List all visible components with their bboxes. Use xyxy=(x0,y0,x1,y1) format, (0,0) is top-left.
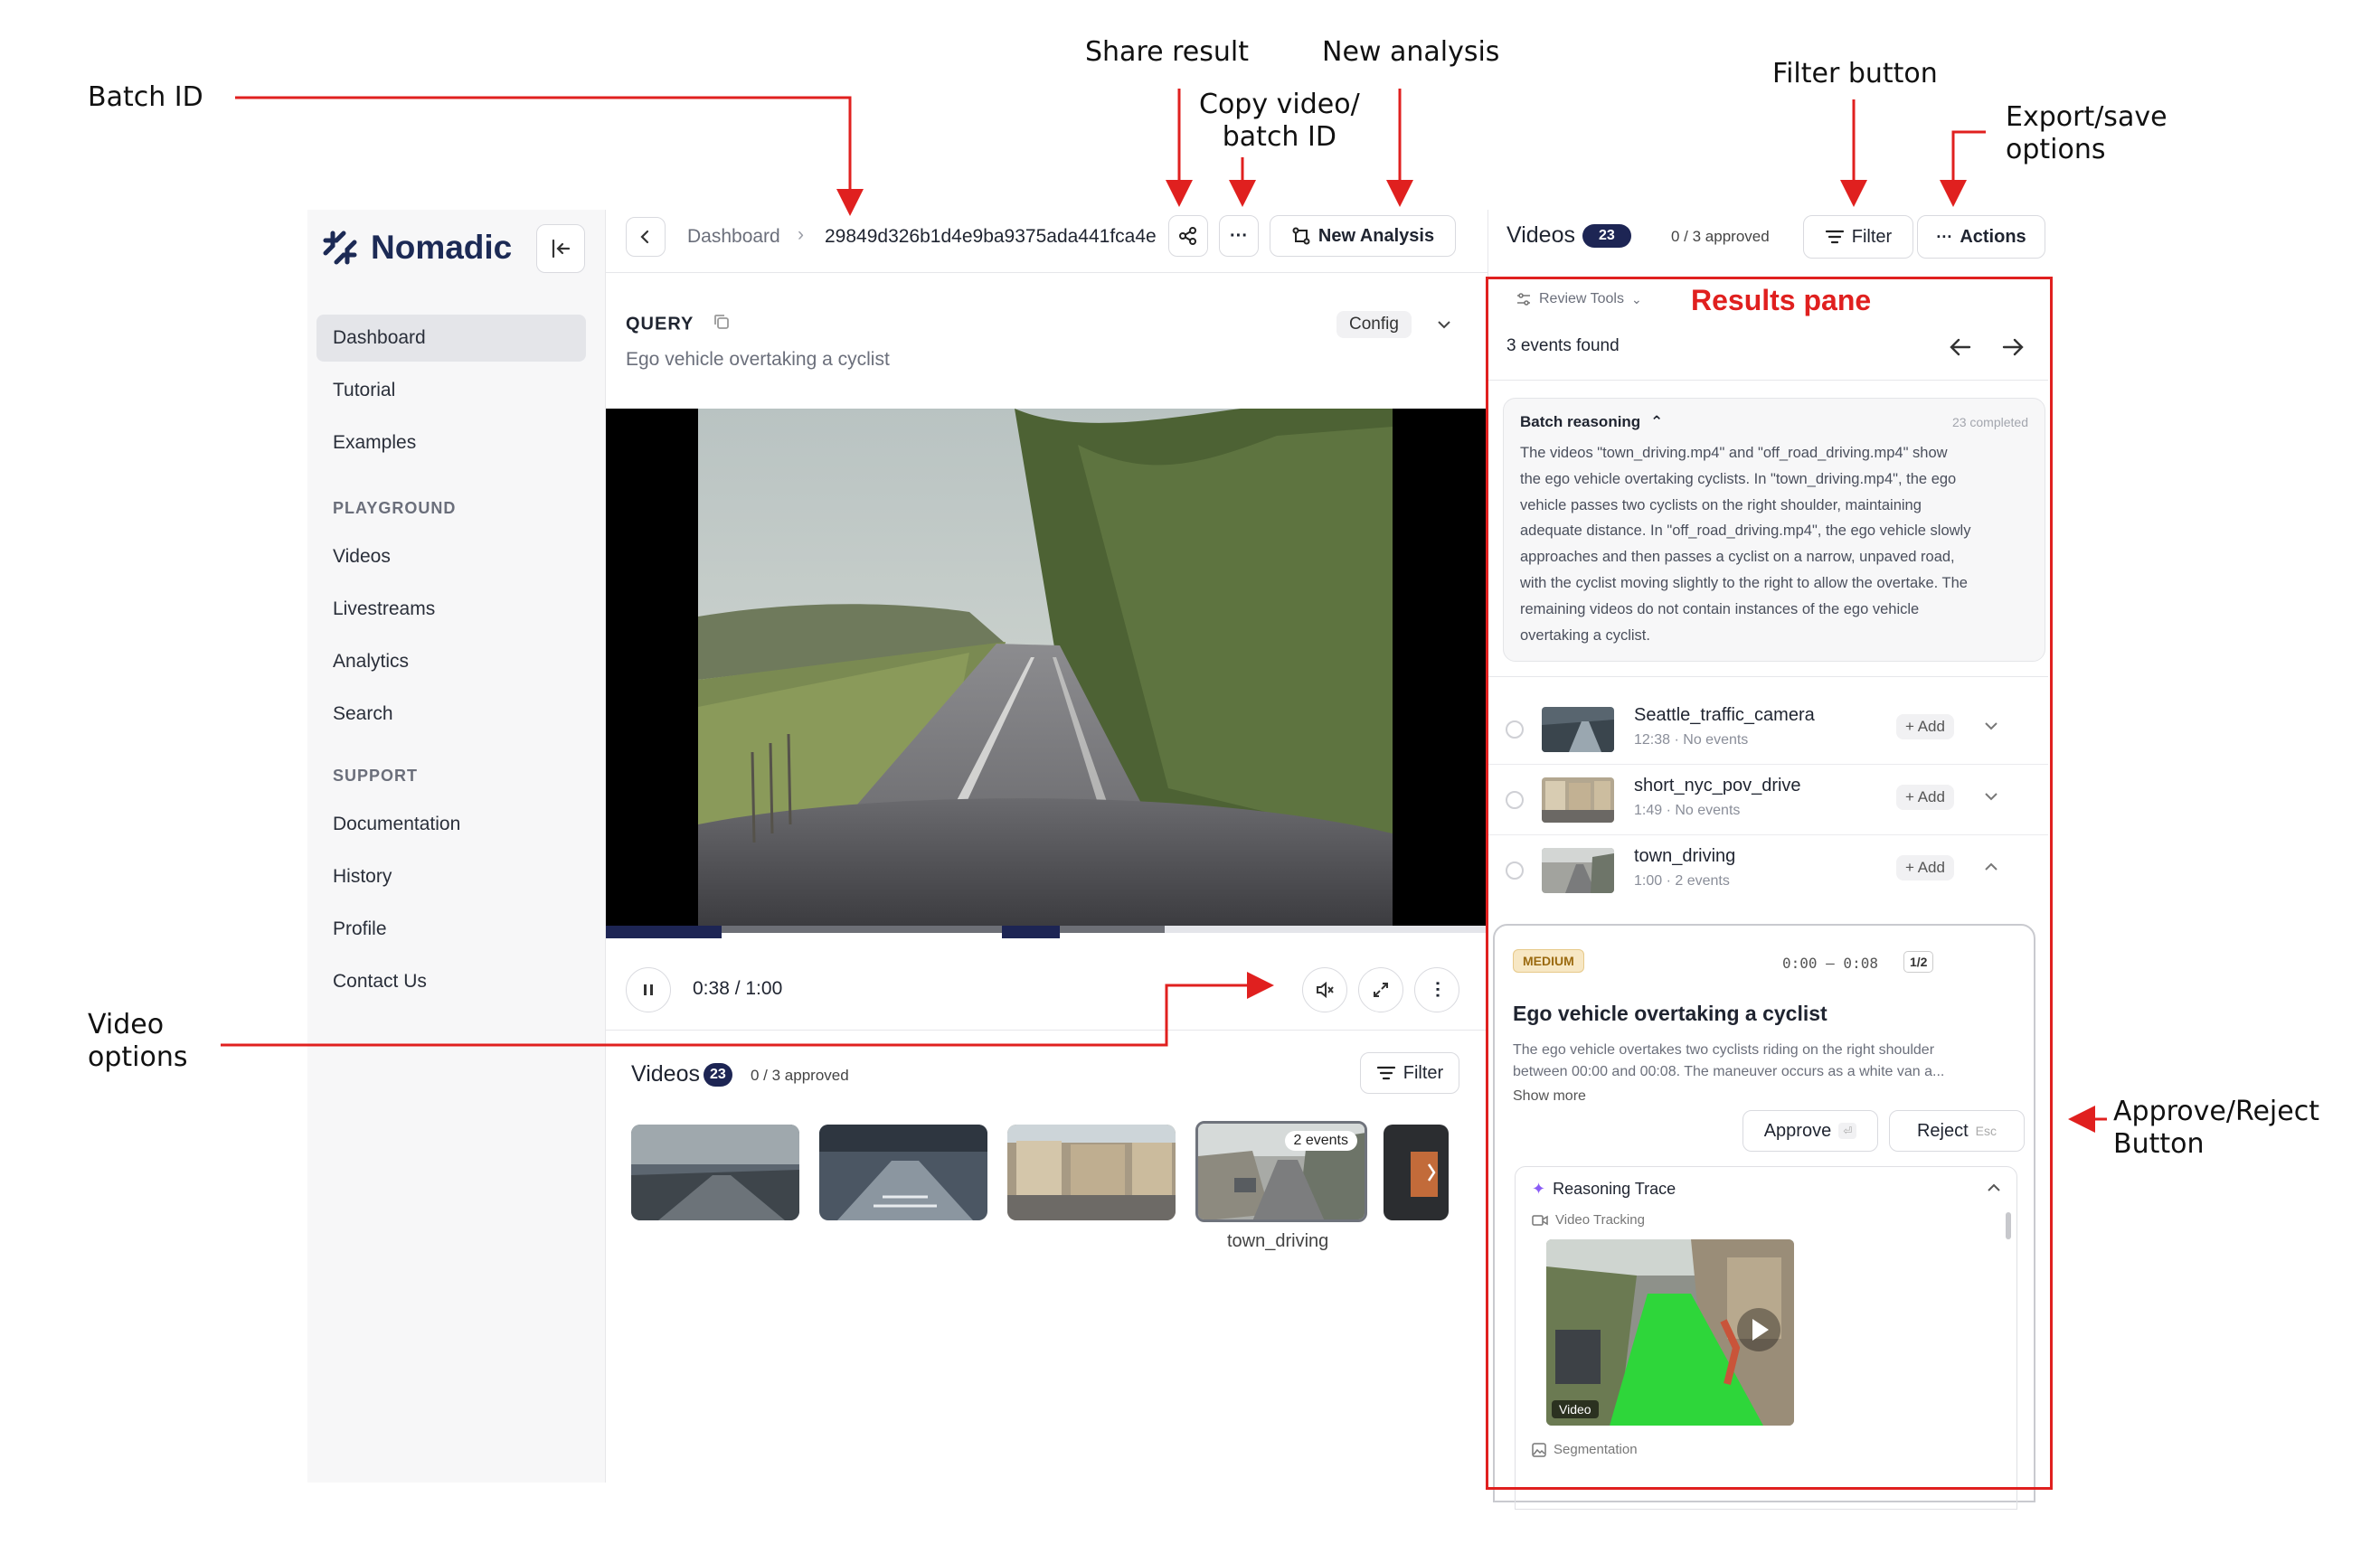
events-badge: 2 events xyxy=(1284,1131,1357,1151)
query-label-text: QUERY xyxy=(626,314,694,334)
collapse-sidebar-button[interactable] xyxy=(536,224,585,273)
branch-icon xyxy=(1292,227,1310,245)
videos-strip-approved: 0 / 3 approved xyxy=(751,1067,849,1084)
sidebar-item-tutorial[interactable]: Tutorial xyxy=(316,367,586,414)
video-thumbnail-selected[interactable]: 2 events xyxy=(1195,1121,1367,1222)
video-thumbnail[interactable] xyxy=(631,1125,799,1220)
sidebar-item-livestreams[interactable]: Livestreams xyxy=(316,586,586,633)
query-text: Ego vehicle overtaking a cyclist xyxy=(626,349,890,370)
arrow-export xyxy=(1940,130,1986,207)
chevron-left-icon xyxy=(640,230,649,244)
sidebar-item-documentation[interactable]: Documentation xyxy=(316,801,586,848)
annotation-batch-id: Batch ID xyxy=(88,81,203,113)
selected-video-caption: town_driving xyxy=(1227,1231,1329,1251)
share-result-button[interactable] xyxy=(1168,215,1208,257)
annotation-video-options: Video options xyxy=(88,1009,188,1073)
nomadic-logo-icon xyxy=(323,231,357,265)
sidebar-item-analytics[interactable]: Analytics xyxy=(316,638,586,685)
annotation-approve-reject: Approve/Reject Button xyxy=(2113,1096,2319,1160)
sidebar-item-videos[interactable]: Videos xyxy=(316,533,586,580)
section-playground: PLAYGROUND xyxy=(333,499,457,517)
config-button[interactable]: Config xyxy=(1336,311,1412,338)
video-more-options-button[interactable]: ··· xyxy=(1414,967,1459,1012)
mute-button[interactable] xyxy=(1302,967,1347,1012)
annotation-new-analysis: New analysis xyxy=(1322,36,1500,68)
sidebar: Nomadic Dashboard Tutorial Examples PLAY… xyxy=(307,210,606,1483)
breadcrumb-chevron-icon: › xyxy=(798,224,804,245)
pause-button[interactable] xyxy=(626,967,671,1012)
new-analysis-label: New Analysis xyxy=(1318,225,1435,246)
share-icon xyxy=(1179,227,1196,245)
config-chevron-down-icon[interactable] xyxy=(1436,316,1452,337)
event-marker xyxy=(606,926,722,938)
section-support: SUPPORT xyxy=(333,767,419,785)
mute-icon xyxy=(1317,981,1334,999)
query-label: QUERY xyxy=(626,313,731,336)
fullscreen-button[interactable] xyxy=(1358,967,1403,1012)
more-horizontal-icon: ··· xyxy=(1230,226,1248,246)
event-marker xyxy=(1002,926,1060,938)
brand-name: Nomadic xyxy=(371,229,513,266)
video-frame xyxy=(698,409,1393,926)
videos-strip-title: Videos xyxy=(631,1061,700,1087)
brand-logo[interactable]: Nomadic xyxy=(320,228,512,268)
annotation-filter-button: Filter button xyxy=(1772,58,1938,89)
videos-strip-filter-button[interactable]: Filter xyxy=(1360,1052,1459,1094)
videos-strip-count: 23 xyxy=(704,1063,732,1087)
copy-icon[interactable] xyxy=(713,313,731,336)
sidebar-item-examples[interactable]: Examples xyxy=(316,419,586,466)
expand-icon xyxy=(1374,983,1388,997)
collapse-left-icon xyxy=(552,239,571,259)
arrow-batch-id xyxy=(235,96,864,216)
more-vertical-icon: ··· xyxy=(1427,981,1447,999)
back-button[interactable] xyxy=(626,217,666,257)
video-player[interactable] xyxy=(606,409,1488,926)
results-pane-highlight xyxy=(1486,277,2053,1490)
video-thumbnail[interactable] xyxy=(1384,1125,1449,1220)
filter-icon xyxy=(1376,1066,1395,1080)
sidebar-item-contact-us[interactable]: Contact Us xyxy=(316,958,586,1005)
annotation-export-save: Export/save options xyxy=(2006,101,2168,165)
sidebar-item-dashboard[interactable]: Dashboard xyxy=(316,315,586,362)
video-thumbnail[interactable] xyxy=(1007,1125,1176,1220)
sidebar-item-history[interactable]: History xyxy=(316,853,586,900)
video-time: 0:38 / 1:00 xyxy=(693,978,783,999)
annotation-share-result: Share result xyxy=(1085,36,1249,68)
new-analysis-button[interactable]: New Analysis xyxy=(1270,215,1456,257)
pause-icon xyxy=(644,984,653,995)
video-thumbnail[interactable] xyxy=(819,1125,987,1220)
video-progress-bar[interactable] xyxy=(606,926,1488,951)
videos-strip-filter-label: Filter xyxy=(1402,1062,1444,1083)
annotation-copy-id: Copy video/ batch ID xyxy=(1199,89,1360,153)
breadcrumb-dashboard[interactable]: Dashboard xyxy=(687,226,780,248)
sidebar-item-search[interactable]: Search xyxy=(316,691,586,738)
sidebar-item-profile[interactable]: Profile xyxy=(316,906,586,953)
copy-id-menu-button[interactable]: ··· xyxy=(1219,215,1259,257)
batch-id: 29849d326b1d4e9ba9375ada441fca4e xyxy=(825,226,1157,247)
video-controls: 0:38 / 1:00 ··· xyxy=(606,951,1488,1031)
